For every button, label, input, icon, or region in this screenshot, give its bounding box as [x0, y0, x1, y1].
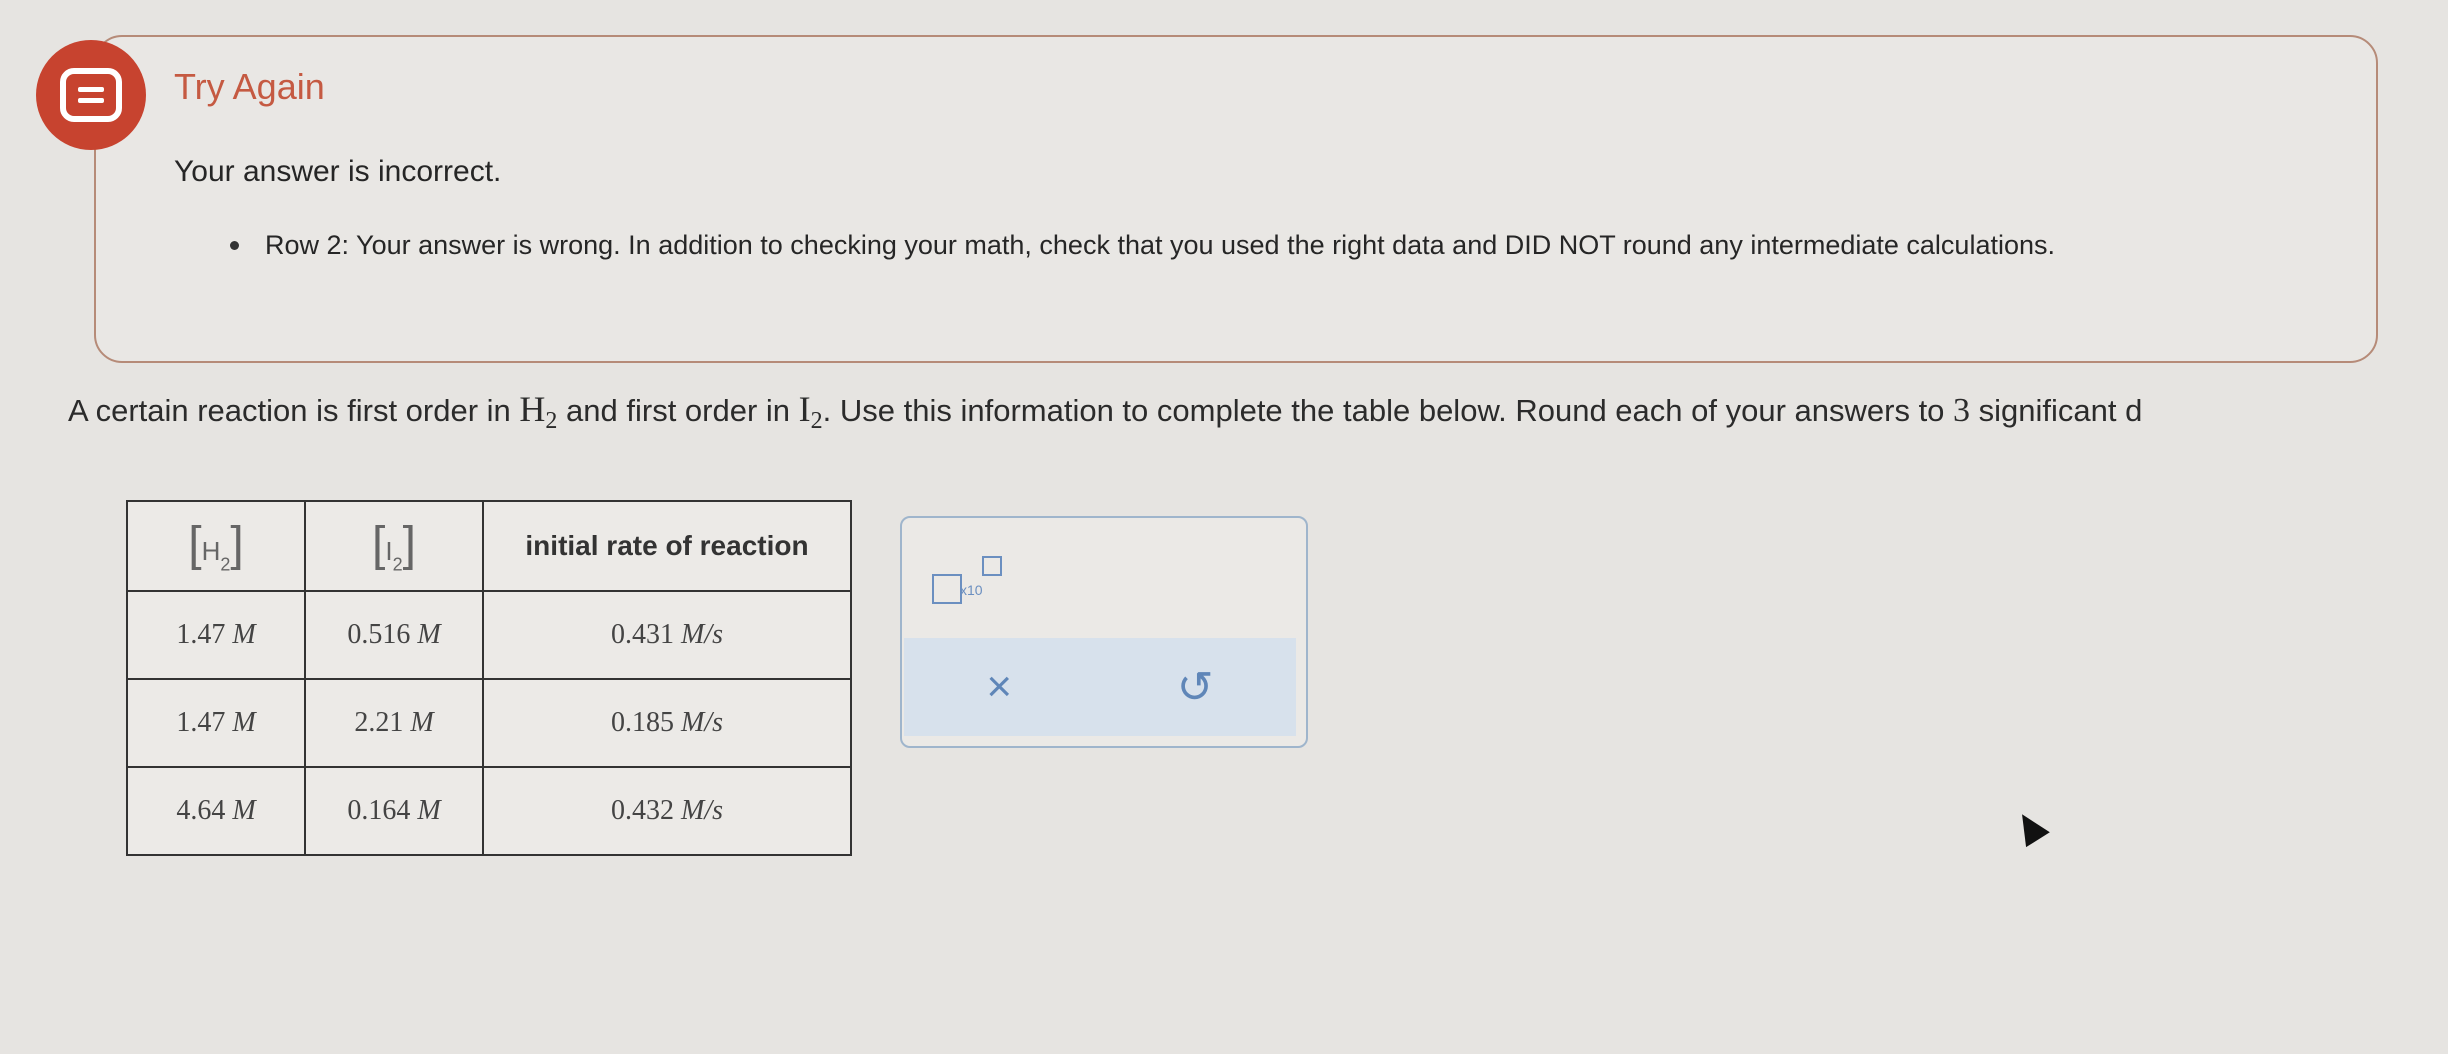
- scientific-notation-button[interactable]: x10: [932, 554, 1002, 604]
- cell-i2: 2.21 M: [304, 678, 484, 768]
- sigfig-count: 3: [1953, 392, 1971, 429]
- bullet-dot-icon: [230, 241, 239, 250]
- question-text: A certain reaction is first order in H2 …: [68, 388, 2448, 435]
- feedback-card: [94, 35, 2378, 363]
- question-part3: . Use this information to complete the t…: [822, 393, 1954, 428]
- clear-button[interactable]: ×: [986, 662, 1012, 712]
- undo-button[interactable]: ↺: [1177, 662, 1214, 713]
- header-h2: [H2]: [126, 500, 306, 592]
- cell-h2: 4.64 M: [126, 766, 306, 856]
- mantissa-box-icon: [932, 574, 962, 604]
- cell-rate: 0.431 M/s: [482, 590, 852, 680]
- cell-h2: 1.47 M: [126, 678, 306, 768]
- rate-table: [H2] [I2] initial rate of reaction 1.47 …: [126, 500, 852, 856]
- header-initial-rate: initial rate of reaction: [482, 500, 852, 592]
- header-i2: [I2]: [304, 500, 484, 592]
- cell-i2: 0.516 M: [304, 590, 484, 680]
- answer-tool-panel: x10 × ↺: [900, 516, 1308, 748]
- x10-label: x10: [960, 582, 983, 598]
- cell-i2: 0.164 M: [304, 766, 484, 856]
- tool-action-bar: × ↺: [904, 638, 1296, 736]
- table-row: 1.47 M 2.21 M 0.185 M/s: [126, 678, 852, 768]
- message-icon: [36, 40, 146, 150]
- feedback-message: Your answer is incorrect.: [174, 155, 502, 188]
- h2-symbol: H: [519, 389, 546, 429]
- feedback-bullet: Row 2: Your answer is wrong. In addition…: [230, 230, 2350, 261]
- cell-rate: 0.432 M/s: [482, 766, 852, 856]
- feedback-bullet-text: Row 2: Your answer is wrong. In addition…: [265, 230, 2055, 260]
- i2-subscript: 2: [810, 408, 823, 435]
- question-part4: significant d: [1970, 393, 2143, 428]
- i2-symbol: I: [798, 389, 811, 429]
- question-part2: and first order in: [557, 393, 799, 428]
- cell-h2: 1.47 M: [126, 590, 306, 680]
- h2-subscript: 2: [545, 408, 558, 435]
- question-part1: A certain reaction is first order in: [68, 393, 520, 428]
- mouse-pointer-icon: [2010, 806, 2050, 848]
- table-row: 4.64 M 0.164 M 0.432 M/s: [126, 766, 852, 856]
- table-row: 1.47 M 0.516 M 0.431 M/s: [126, 590, 852, 680]
- feedback-title: Try Again: [174, 66, 325, 107]
- cell-rate[interactable]: 0.185 M/s: [482, 678, 852, 768]
- exponent-box-icon: [982, 556, 1002, 576]
- table-header-row: [H2] [I2] initial rate of reaction: [126, 500, 852, 592]
